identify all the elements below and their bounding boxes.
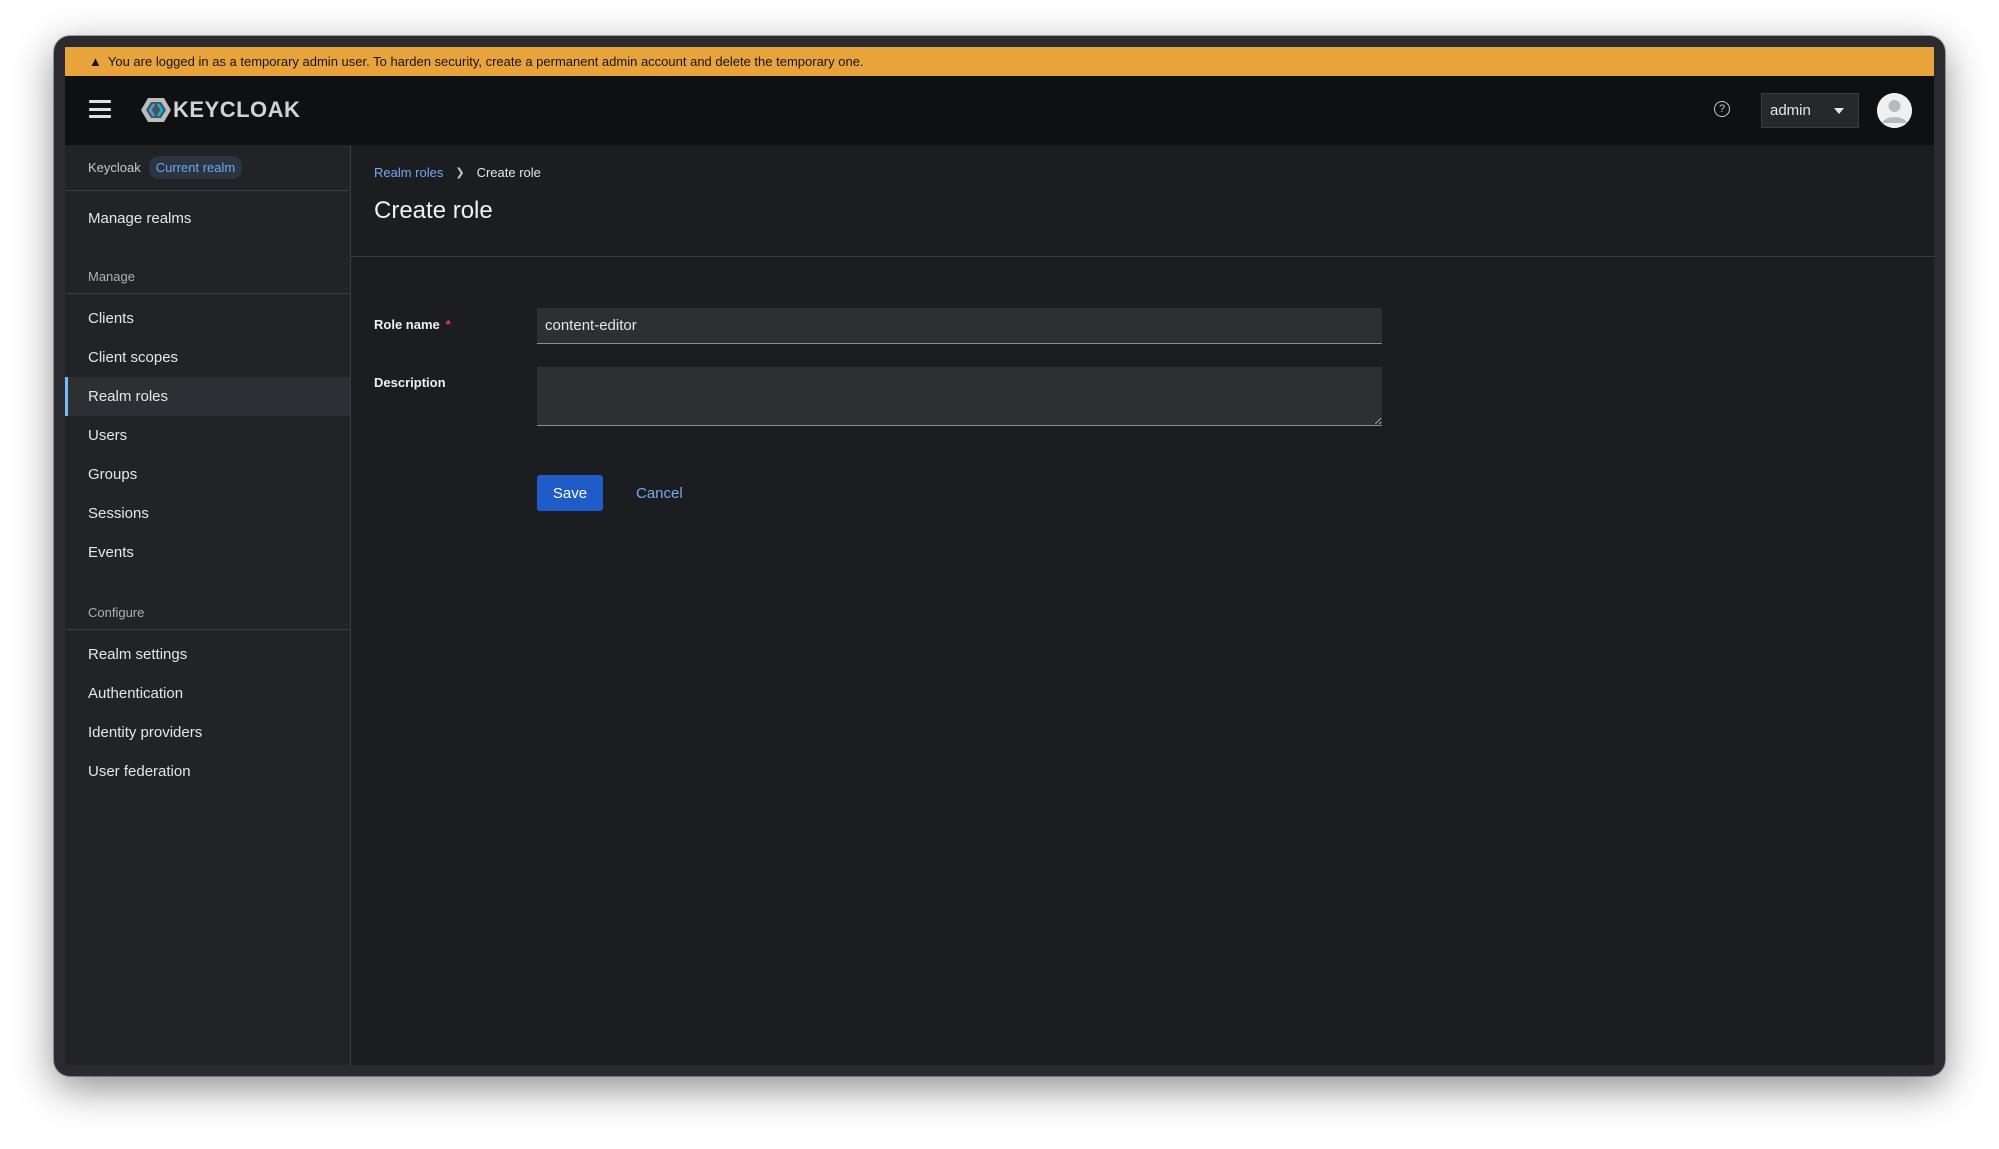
user-dropdown-label: admin (1770, 102, 1811, 119)
sidebar-item-clients[interactable]: Clients (65, 299, 350, 338)
breadcrumb: Realm roles ❯ Create role (374, 165, 541, 180)
page-title: Create role (374, 197, 493, 224)
hamburger-menu-icon[interactable] (89, 100, 111, 118)
save-button[interactable]: Save (537, 475, 603, 511)
user-avatar-icon (1877, 93, 1912, 128)
sidebar-item-client-scopes[interactable]: Client scopes (65, 338, 350, 377)
banner-text: You are logged in as a temporary admin u… (107, 54, 864, 69)
sidebar-item-identity-providers[interactable]: Identity providers (65, 713, 350, 752)
sidebar-item-realm-settings[interactable]: Realm settings (65, 635, 350, 674)
sidebar-item-groups[interactable]: Groups (65, 455, 350, 494)
keycloak-logo[interactable]: KEYCLOAK (141, 97, 300, 123)
sidebar-item-realm-roles[interactable]: Realm roles (65, 377, 350, 416)
sidebar-item-sessions[interactable]: Sessions (65, 494, 350, 533)
warning-triangle-icon: ▲ (89, 54, 102, 69)
section-title-configure: Configure (65, 592, 350, 630)
sidebar: Keycloak Current realm Manage realms Man… (65, 145, 351, 1065)
breadcrumb-realm-roles-link[interactable]: Realm roles (374, 165, 443, 180)
app-window: ▲ You are logged in as a temporary admin… (54, 36, 1945, 1076)
masthead: KEYCLOAK ? admin (65, 76, 1934, 145)
role-name-label-text: Role name (374, 317, 440, 332)
realm-name: Keycloak (88, 160, 141, 175)
app-content: ▲ You are logged in as a temporary admin… (65, 47, 1934, 1065)
breadcrumb-current: Create role (476, 165, 541, 180)
logo-text: KEYCLOAK (173, 97, 301, 122)
caret-down-icon (1834, 108, 1844, 114)
sidebar-item-authentication[interactable]: Authentication (65, 674, 350, 713)
sidebar-item-user-federation[interactable]: User federation (65, 752, 350, 791)
description-label: Description (374, 375, 446, 390)
main-content: Realm roles ❯ Create role Create role Ro… (351, 145, 1934, 1065)
keycloak-logo-icon (141, 98, 171, 122)
role-name-input[interactable] (537, 308, 1382, 344)
chevron-right-icon: ❯ (455, 167, 465, 179)
cancel-button[interactable]: Cancel (626, 475, 693, 511)
sidebar-item-manage-realms[interactable]: Manage realms (65, 199, 350, 238)
avatar[interactable] (1877, 93, 1912, 128)
required-marker: * (445, 317, 451, 332)
help-icon[interactable]: ? (1714, 101, 1730, 117)
current-realm-badge: Current realm (148, 156, 243, 179)
page-header: Realm roles ❯ Create role Create role (351, 145, 1934, 257)
section-title-manage: Manage (65, 256, 350, 294)
description-textarea[interactable] (537, 367, 1382, 426)
temporary-admin-banner: ▲ You are logged in as a temporary admin… (65, 47, 1934, 76)
realm-selector[interactable]: Keycloak Current realm (65, 145, 350, 191)
sidebar-item-users[interactable]: Users (65, 416, 350, 455)
sidebar-item-events[interactable]: Events (65, 533, 350, 572)
user-dropdown[interactable]: admin (1761, 93, 1859, 128)
role-name-label: Role name * (374, 317, 451, 332)
